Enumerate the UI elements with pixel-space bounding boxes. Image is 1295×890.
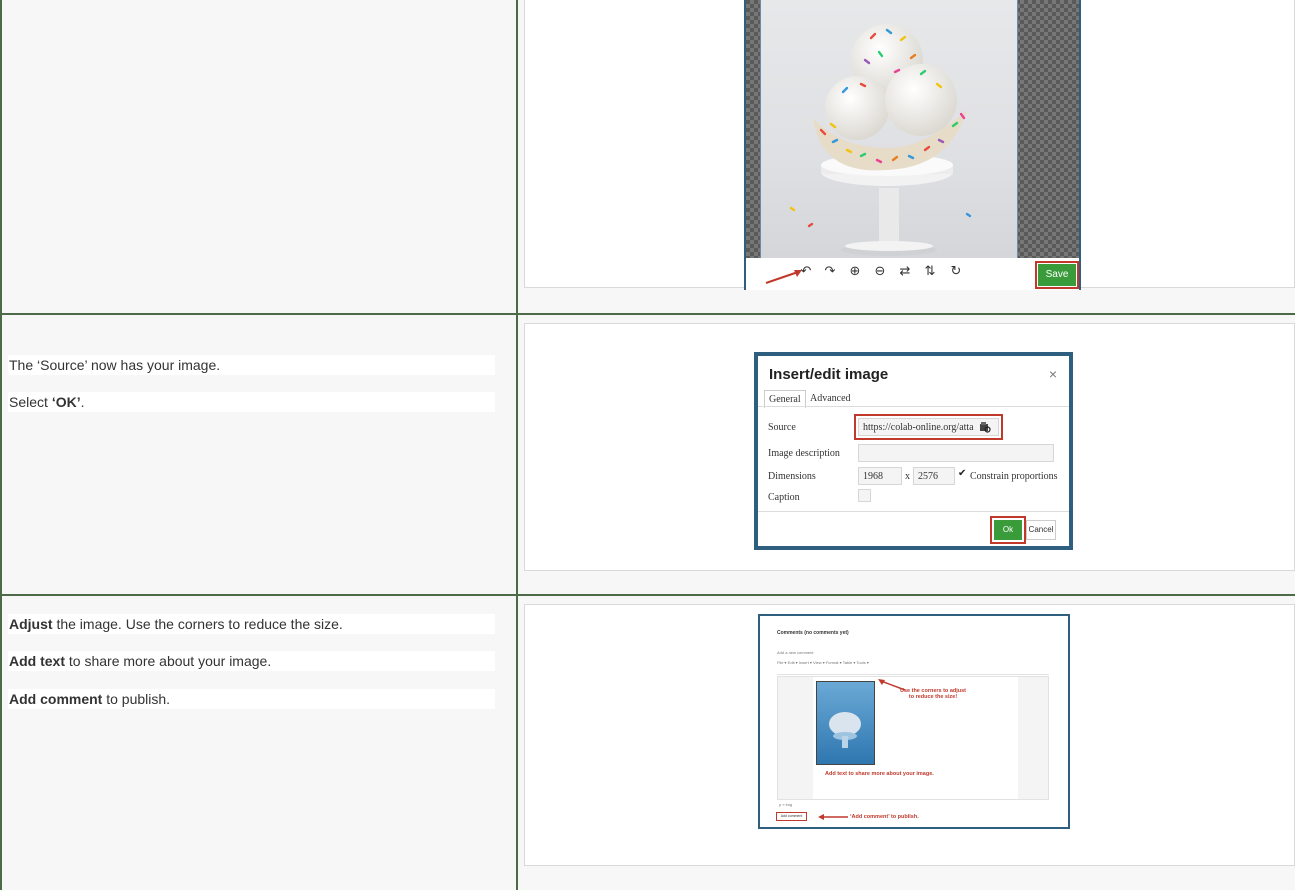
adjust-text: the image. Use the corners to reduce the… <box>52 616 343 632</box>
dimensions-label: Dimensions <box>768 471 816 482</box>
comments-heading: Comments (no comments yet) <box>777 630 849 636</box>
dialog-title: Insert/edit image <box>769 366 889 383</box>
add-comment-button[interactable]: Add comment <box>776 812 807 821</box>
tab-advanced[interactable]: Advanced <box>806 390 855 407</box>
zoom-in-icon[interactable]: ⊕ <box>847 264 863 279</box>
publish-arrow-icon <box>818 814 848 820</box>
image-editor-screenshot: ↶ ↷ ⊕ ⊖ ⇄ ⇅ ↻ Save <box>744 0 1081 290</box>
caption-checkbox[interactable] <box>858 489 871 502</box>
comment-editor-screenshot: Comments (no comments yet) Add a new com… <box>758 614 1070 829</box>
note-corners: Use the corners to adjust to reduce the … <box>900 688 967 700</box>
rotate-right-icon[interactable]: ↷ <box>822 264 838 279</box>
grid-row-divider-1 <box>0 313 1295 315</box>
adjust-emphasis: Adjust <box>9 616 53 632</box>
transparency-background-right <box>1016 0 1079 258</box>
zoom-out-icon[interactable]: ⊖ <box>872 264 888 279</box>
cancel-button[interactable]: Cancel <box>1026 520 1056 540</box>
source-label: Source <box>768 422 796 433</box>
image-description-label: Image description <box>768 448 840 459</box>
row3-paragraph-3: Add comment to publish. <box>8 689 495 709</box>
flip-vertical-icon[interactable]: ⇅ <box>922 264 938 279</box>
ok-button[interactable]: Ok <box>990 516 1026 544</box>
row2-paragraph-2: Select ‘OK’. <box>8 392 495 412</box>
dimension-separator: x <box>905 471 910 482</box>
ok-emphasis: ‘OK’ <box>51 394 81 410</box>
add-text-text: to share more about your image. <box>65 653 272 669</box>
row3-paragraph-2: Add text to share more about your image. <box>8 651 495 671</box>
reset-icon[interactable]: ↻ <box>948 264 964 279</box>
row2-paragraph-1: The ‘Source’ now has your image. <box>8 355 495 375</box>
source-value: https://colab-online.org/atta <box>863 422 974 433</box>
add-comment-emphasis: Add comment <box>9 691 103 707</box>
select-suffix: . <box>80 394 85 410</box>
editor-toolbar: ↶ ↷ ⊕ ⊖ ⇄ ⇅ ↻ Save <box>746 258 1079 290</box>
flip-horizontal-icon[interactable]: ⇄ <box>897 264 913 279</box>
source-note-text: The ‘Source’ now has your image. <box>9 357 221 373</box>
source-field[interactable]: https://colab-online.org/atta <box>854 414 1003 440</box>
width-field[interactable]: 1968 <box>858 467 902 485</box>
browse-icon-graphic <box>980 422 991 433</box>
select-prefix: Select <box>9 394 52 410</box>
transparency-background-left <box>746 0 760 258</box>
height-field[interactable]: 2576 <box>913 467 955 485</box>
grid-row-divider-2 <box>0 594 1295 596</box>
editor-format-toolbar <box>777 666 1049 675</box>
add-text-emphasis: Add text <box>9 653 65 669</box>
editor-menu-bar: File ▾ Edit ▾ Insert ▾ View ▾ Format ▾ T… <box>777 660 869 665</box>
insert-image-dialog-screenshot: Insert/edit image × General Advanced Sou… <box>754 352 1073 550</box>
browse-icon[interactable] <box>979 420 991 433</box>
row1-left-cell <box>0 0 516 313</box>
thumbnail-illustration <box>829 712 861 748</box>
image-description-field[interactable] <box>858 444 1054 462</box>
add-comment-text: to publish. <box>102 691 171 707</box>
ice-cream-illustration <box>789 24 972 256</box>
add-new-comment-label: Add a new comment <box>777 650 814 655</box>
editor-status-path: p » img <box>779 802 793 807</box>
note-add-text: Add text to share more about your image. <box>825 771 934 777</box>
inserted-image-thumbnail <box>816 681 875 765</box>
row3-paragraph-1: Adjust the image. Use the corners to red… <box>8 614 495 634</box>
close-icon[interactable]: × <box>1049 366 1057 382</box>
dialog-footer-divider <box>758 511 1069 512</box>
ice-cream-photo <box>760 0 1018 258</box>
grid-left-border <box>0 0 2 890</box>
constrain-checkbox[interactable]: ✔ <box>958 468 966 479</box>
row3-left-cell <box>0 596 516 890</box>
note-publish: ‘Add comment’ to publish. <box>850 814 919 820</box>
constrain-label: Constrain proportions <box>970 471 1058 482</box>
rotate-left-icon[interactable]: ↶ <box>798 264 814 279</box>
save-button[interactable]: Save <box>1035 261 1079 289</box>
grid-middle-border <box>516 0 518 890</box>
caption-label: Caption <box>768 492 800 503</box>
tabs-divider <box>758 406 1069 407</box>
